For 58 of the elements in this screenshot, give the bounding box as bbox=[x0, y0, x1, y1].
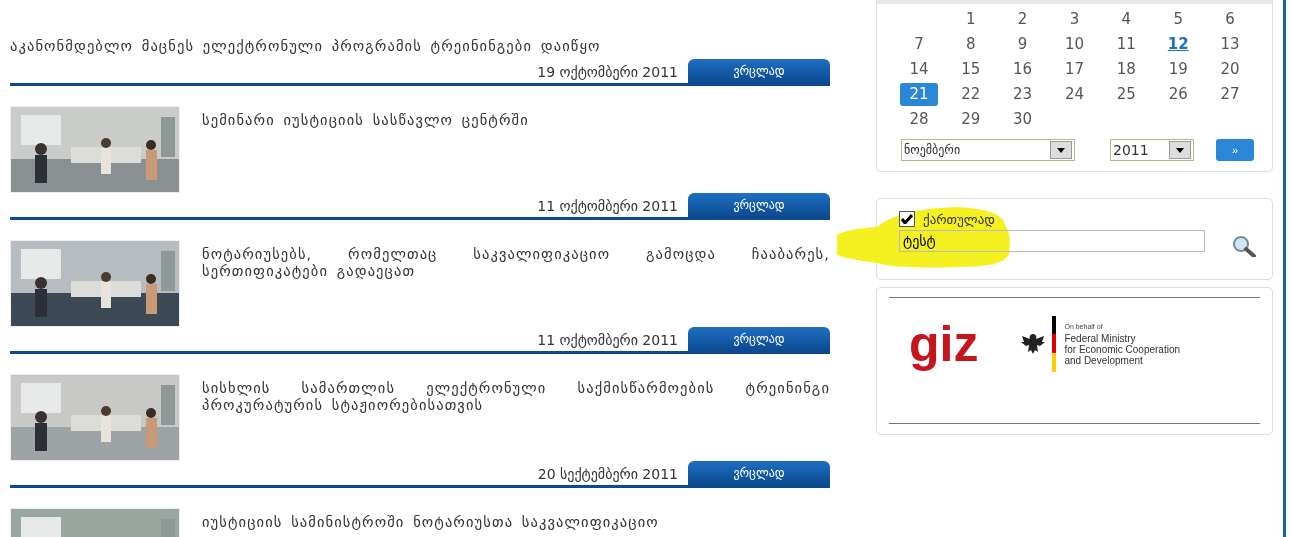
calendar-day[interactable]: 25 bbox=[1107, 83, 1146, 106]
news-title[interactable]: სემინარი იუსტიციის სასწავლო ცენტრში bbox=[202, 112, 830, 193]
news-title[interactable]: ნოტარიუსებს, რომელთაც საკვალიფიკაციო გამოცდა ჩააბარეს, სერთიფიკატები გადაეცათ bbox=[202, 246, 830, 327]
news-date: 11 ოქტომბერი 2011 bbox=[537, 198, 678, 216]
calendar-day[interactable]: 18 bbox=[1107, 58, 1146, 81]
checkbox-label: ქართულად bbox=[923, 211, 995, 227]
calendar-day[interactable]: 28 bbox=[899, 108, 938, 131]
next-button[interactable]: » bbox=[1216, 139, 1254, 161]
calendar-day[interactable]: 26 bbox=[1159, 83, 1198, 106]
calendar-day[interactable]: 14 bbox=[899, 58, 938, 81]
news-title[interactable]: აკანონმდებლო მაცნეს ელექტრონული პროგრამის ტრეინინგები დაიწყო bbox=[10, 38, 830, 55]
dropdown-arrow-icon bbox=[1057, 147, 1065, 153]
read-more-button[interactable]: ვრცლად bbox=[688, 461, 830, 485]
calendar-day[interactable]: 15 bbox=[951, 58, 990, 81]
calendar-day[interactable]: 27 bbox=[1211, 83, 1250, 106]
news-title[interactable]: იუსტიციის სამინისტროში ნოტარიუსთა საკვალიფიკაციო bbox=[202, 514, 830, 537]
calendar-day[interactable]: 10 bbox=[1055, 33, 1094, 56]
calendar-day[interactable]: 22 bbox=[951, 83, 990, 106]
calendar-day[interactable]: 6 bbox=[1211, 8, 1250, 31]
calendar-day[interactable]: 11 bbox=[1107, 33, 1146, 56]
read-more-button[interactable]: ვრცლად bbox=[688, 327, 830, 351]
calendar-day[interactable]: 7 bbox=[899, 33, 938, 56]
calendar-day[interactable]: 8 bbox=[951, 33, 990, 56]
read-more-button[interactable]: ვრცლად bbox=[688, 59, 830, 83]
checkbox[interactable] bbox=[899, 211, 915, 227]
eagle-icon bbox=[1020, 332, 1047, 356]
news-date: 19 ოქტომბერი 2011 bbox=[537, 64, 678, 82]
calendar-day[interactable]: 19 bbox=[1159, 58, 1198, 81]
dropdown-arrow-icon bbox=[1176, 147, 1184, 153]
calendar-day[interactable]: 24 bbox=[1055, 83, 1094, 106]
search-field[interactable]: ტესტ bbox=[899, 230, 1205, 252]
news-title[interactable]: სისხლის სამართლის ელექტრონული საქმისწარმოების ტრეინინგი პროკურატურის სტაჟიორებისათვის bbox=[202, 380, 830, 461]
calendar-day[interactable]: 1 bbox=[951, 8, 990, 31]
giz-logo: giz bbox=[909, 319, 979, 369]
calendar-day[interactable]: 21 bbox=[899, 83, 938, 106]
calendar-day[interactable]: 3 bbox=[1055, 8, 1094, 31]
news-date: 20 სექტემბერი 2011 bbox=[537, 466, 678, 484]
calendar-day[interactable]: 2 bbox=[1003, 8, 1042, 31]
read-more-button[interactable]: ვრცლად bbox=[688, 193, 830, 217]
calendar-day[interactable]: 30 bbox=[1003, 108, 1042, 131]
calendar-day[interactable]: 4 bbox=[1107, 8, 1146, 31]
month-select[interactable]: ნოემბერი bbox=[901, 139, 1075, 161]
flag-stripe-icon bbox=[1052, 316, 1057, 372]
ministry-name: for Economic Cooperation bbox=[1064, 343, 1181, 355]
news-date: 11 ოქტომბერი 2011 bbox=[537, 332, 678, 350]
ministry-name: Federal Ministry bbox=[1064, 332, 1137, 344]
calendar-day[interactable]: 9 bbox=[1003, 33, 1042, 56]
calendar-day[interactable]: 13 bbox=[1211, 33, 1250, 56]
calendar-day[interactable]: 20 bbox=[1211, 58, 1250, 81]
calendar-day[interactable]: 5 bbox=[1159, 8, 1198, 31]
year-select[interactable]: 2011 bbox=[1110, 139, 1194, 161]
calendar-day[interactable]: 29 bbox=[951, 108, 990, 131]
calendar-day[interactable]: 23 bbox=[1003, 83, 1042, 106]
calendar-day[interactable]: 16 bbox=[1003, 58, 1042, 81]
ministry-name: and Development bbox=[1064, 354, 1143, 366]
calendar-day[interactable]: 12 bbox=[1159, 33, 1198, 56]
calendar-day[interactable]: 17 bbox=[1055, 58, 1094, 81]
search-icon[interactable] bbox=[1232, 235, 1256, 257]
